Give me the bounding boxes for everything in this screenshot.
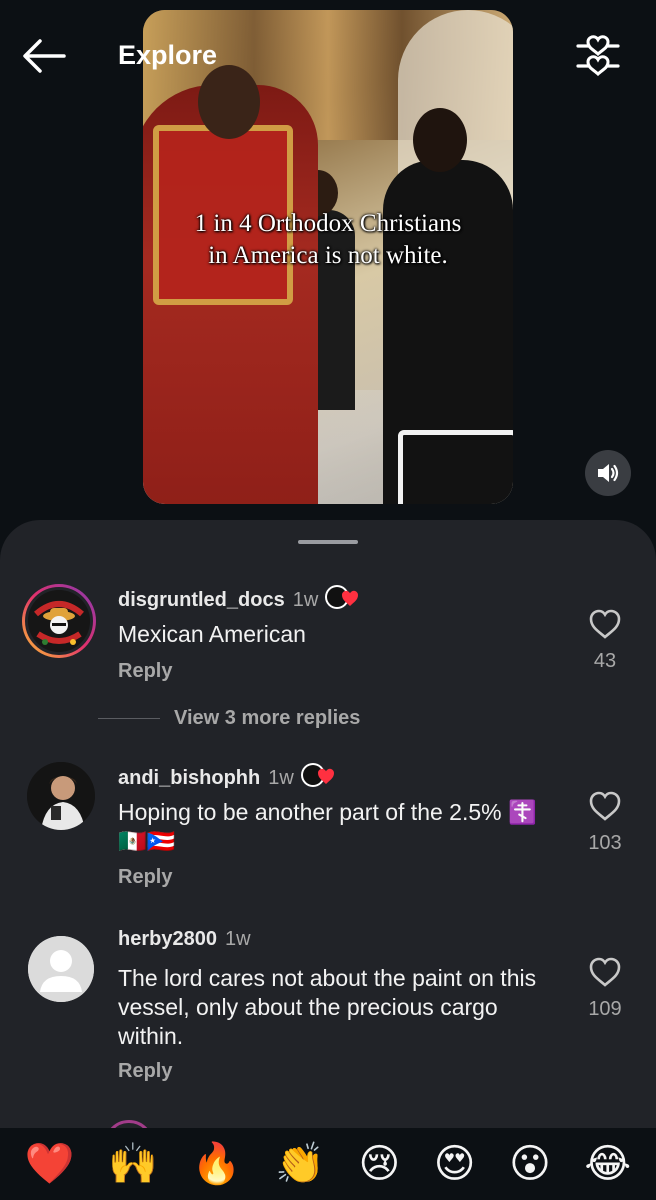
like-heart-icon[interactable] — [588, 790, 622, 822]
like-count: 109 — [588, 998, 622, 1020]
comment-username[interactable]: andi_bishophh — [118, 767, 260, 790]
like-count: 43 — [593, 650, 617, 672]
emoji-raised-hands-button[interactable]: 🙌 — [108, 1142, 158, 1186]
reel-video[interactable]: 1 in 4 Orthodox Christians in America is… — [143, 10, 513, 504]
comment-username[interactable]: disgruntled_docs — [118, 589, 285, 612]
comment-username-row: disgruntled_docs 1w — [118, 584, 362, 616]
replies-divider — [98, 718, 160, 719]
back-button[interactable] — [22, 38, 66, 74]
emoji-laughing-button[interactable]: 😂 — [584, 1142, 631, 1186]
comment-username-row: andi_bishophh 1w — [118, 762, 338, 794]
comment-time: 1w — [268, 766, 294, 789]
page-title: Explore — [118, 40, 218, 70]
liked-by-creator-icon — [324, 584, 362, 616]
caption-line-2: in America is not white. — [208, 242, 448, 269]
back-arrow-icon — [23, 39, 66, 73]
reel-viewer: Explore 1 in 4 Orthodox Christians in Am… — [0, 0, 656, 520]
avatar[interactable] — [22, 584, 96, 658]
reply-button[interactable]: Reply — [118, 1060, 172, 1083]
default-avatar-icon — [28, 936, 94, 1002]
like-heart-icon[interactable] — [588, 956, 622, 988]
comment-time: 1w — [292, 588, 319, 611]
comment-text: Hoping to be another part of the 2.5% ☦️… — [118, 798, 538, 856]
white-chair — [398, 430, 513, 504]
emoji-heart-button[interactable]: ❤️ — [25, 1142, 75, 1186]
caption-line-1: 1 in 4 Orthodox Christians — [194, 210, 462, 237]
comment-time: 1w — [224, 928, 251, 950]
view-more-replies-button[interactable]: View 3 more replies — [98, 707, 360, 730]
avatar[interactable] — [28, 936, 94, 1002]
priest-head-left — [198, 65, 260, 139]
emoji-surprised-button[interactable]: 😮 — [509, 1142, 551, 1186]
filter-button[interactable] — [574, 34, 622, 78]
emoji-crying-button[interactable]: 😢 — [358, 1142, 400, 1186]
comment-username[interactable]: herby2800 — [118, 928, 217, 951]
comment-text: The lord cares not about the paint on th… — [118, 965, 537, 1049]
priest-head-right — [413, 108, 467, 172]
like-heart-icon[interactable] — [588, 608, 622, 640]
comment-text-body: Hoping to be another part of the 2.5% — [118, 799, 502, 825]
comments-sheet: disgruntled_docs 1w Mexican American Rep… — [0, 520, 656, 1200]
emoji-clapping-button[interactable]: 👏 — [275, 1142, 325, 1186]
reply-button[interactable]: Reply — [118, 660, 172, 683]
comment-username-row: herby2800 1w — [118, 928, 251, 951]
avatar[interactable] — [27, 762, 95, 830]
like-count: 103 — [588, 832, 622, 854]
comment-text: Mexican American — [118, 621, 306, 647]
reply-button[interactable]: Reply — [118, 866, 172, 889]
avatar-photo-image — [27, 762, 95, 830]
emoji-fire-button[interactable]: 🔥 — [192, 1142, 242, 1186]
sound-toggle-button[interactable] — [585, 450, 631, 496]
speaker-icon — [598, 464, 619, 482]
liked-by-creator-icon — [300, 762, 338, 794]
avatar-logo-image — [28, 590, 90, 652]
video-caption: 1 in 4 Orthodox Christians in America is… — [143, 208, 513, 272]
emoji-reaction-bar: ❤️ 🙌 🔥 👏 😢 😍 😮 😂 — [0, 1128, 656, 1200]
sheet-drag-handle[interactable] — [298, 540, 358, 544]
view-more-replies-label: View 3 more replies — [174, 707, 361, 729]
filter-sliders-heart-icon — [576, 35, 620, 77]
emoji-heart-eyes-button[interactable]: 😍 — [434, 1142, 476, 1186]
